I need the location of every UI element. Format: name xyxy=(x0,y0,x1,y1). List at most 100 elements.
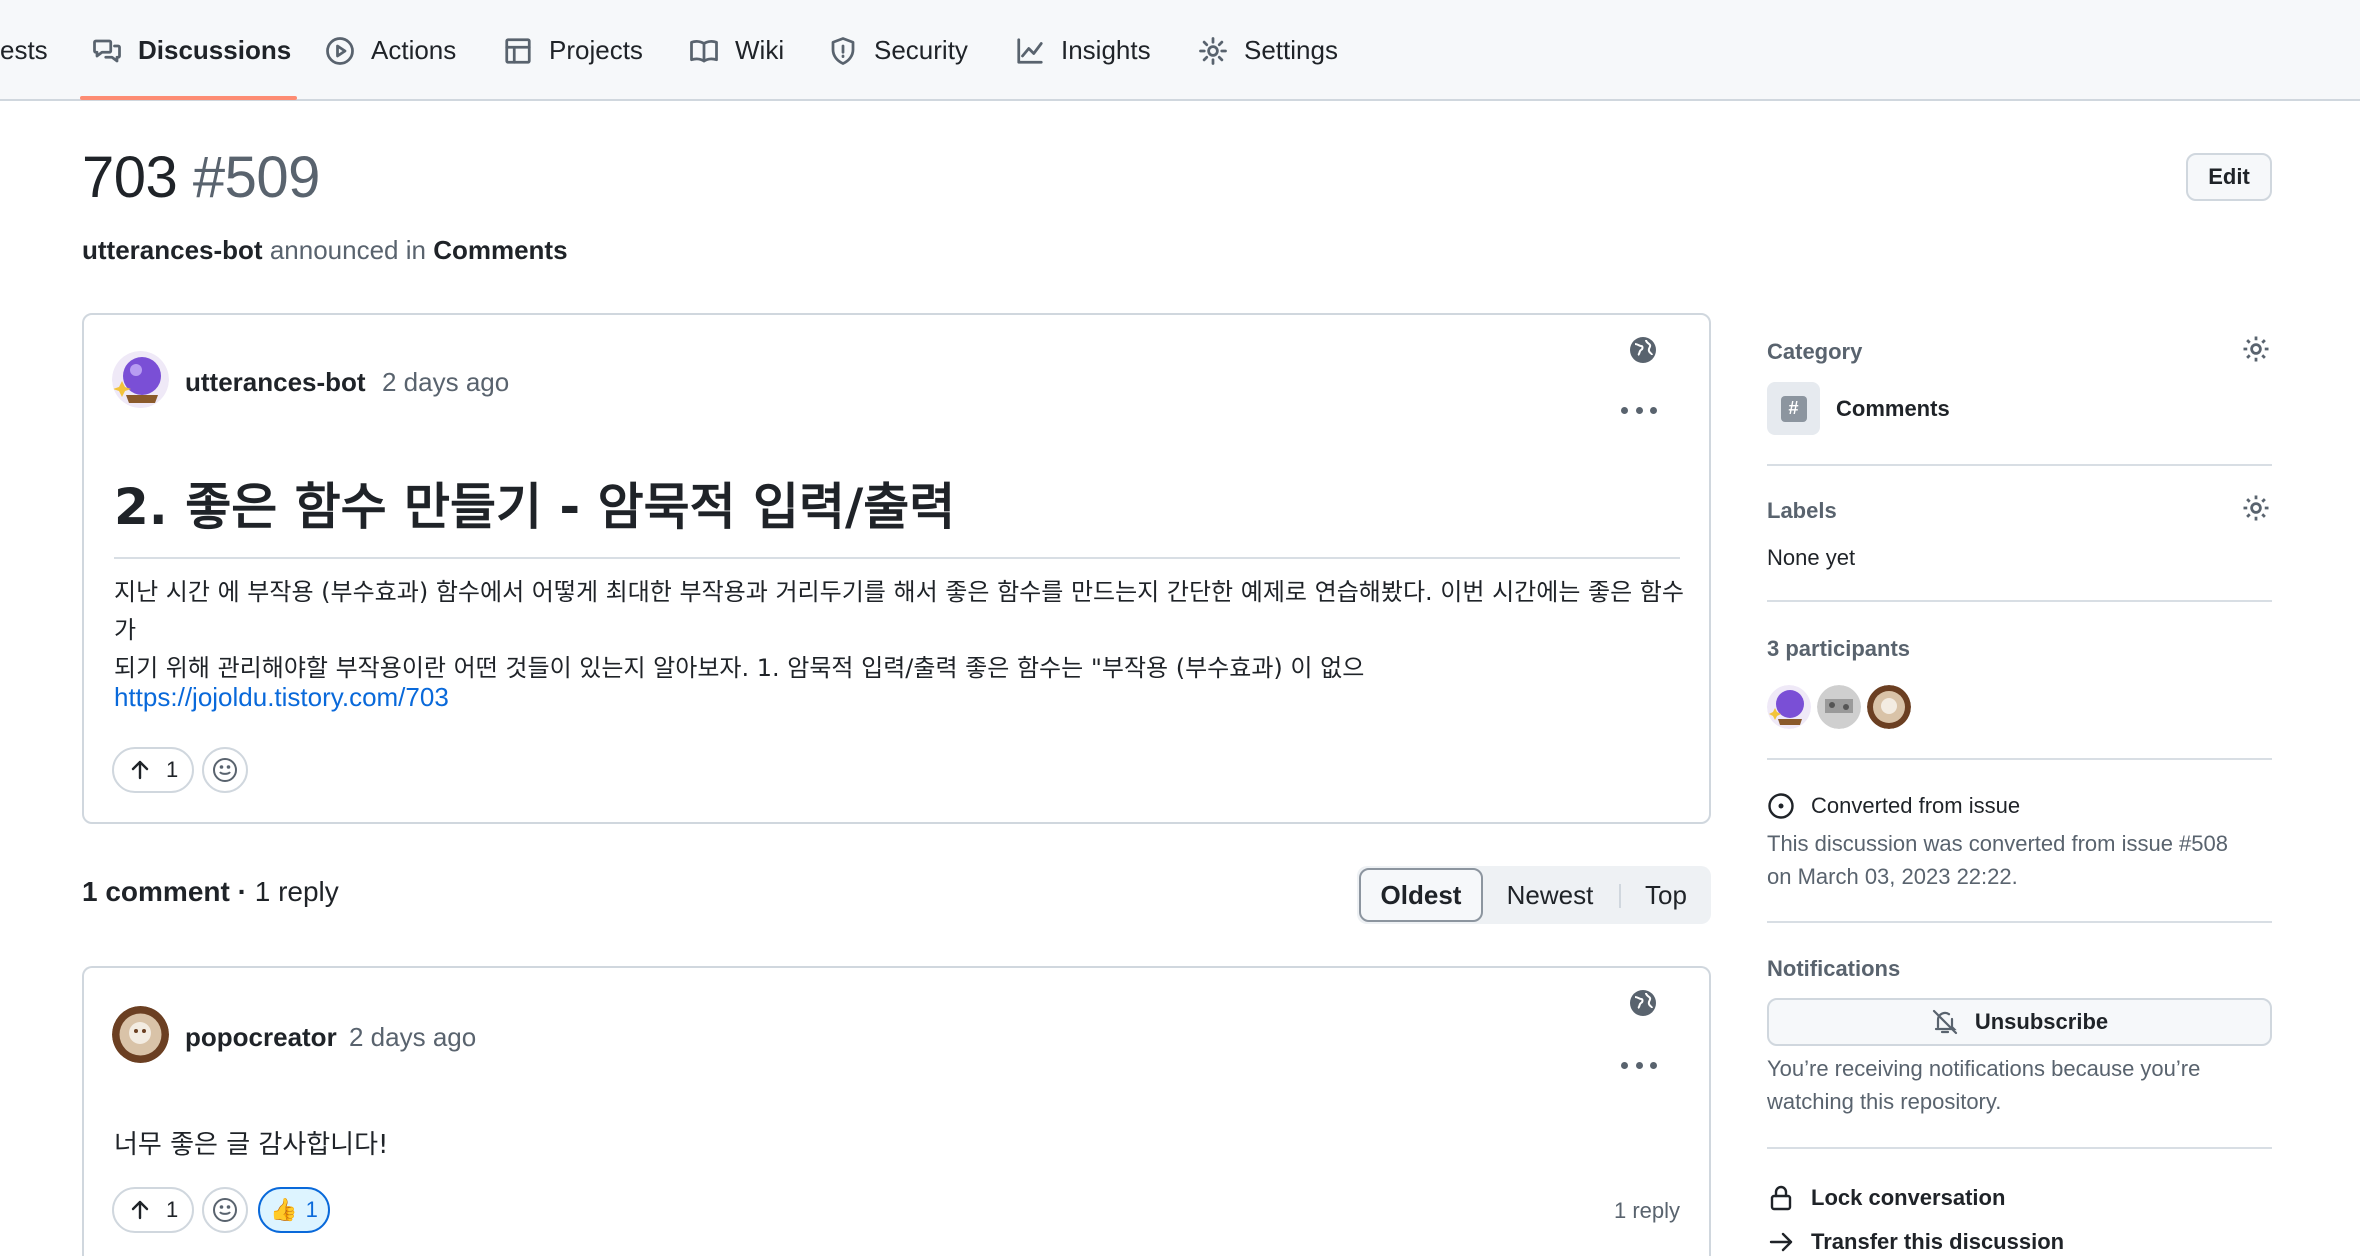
arrow-up-icon xyxy=(131,760,149,780)
category-name[interactable]: Comments xyxy=(1836,396,1950,422)
subtitle-category-link[interactable]: Comments xyxy=(433,235,567,265)
post-body: 지난 시간 에 부작용 (부수효과) 함수에서 어떻게 최대한 부작용과 거리두… xyxy=(114,573,1684,687)
sidebar-divider xyxy=(1767,464,2272,466)
nav-tab-discussions[interactable]: Discussions xyxy=(92,0,291,101)
sort-top-button[interactable]: Top xyxy=(1621,866,1711,924)
globe-icon[interactable] xyxy=(1628,988,1658,1018)
nav-label: Settings xyxy=(1244,35,1338,65)
comment-count-label: 1 comment xyxy=(82,876,230,907)
sort-newest-button[interactable]: Newest xyxy=(1485,866,1615,924)
reply-count-link[interactable]: 1 reply xyxy=(1614,1198,1680,1224)
nav-label: Actions xyxy=(371,35,457,65)
nav-tab-actions[interactable]: Actions xyxy=(325,0,456,101)
comment-body: 너무 좋은 글 감사합니다! xyxy=(114,1130,389,1160)
hash-icon: # xyxy=(1780,395,1807,422)
issue-opened-icon xyxy=(1768,793,1794,819)
nav-tab-settings[interactable]: Settings xyxy=(1198,0,1338,101)
subtitle-author-link[interactable]: utterances-bot xyxy=(82,235,263,265)
gear-icon xyxy=(1199,36,1227,65)
sidebar-divider xyxy=(1767,600,2272,602)
nav-tab-projects[interactable]: Projects xyxy=(503,0,643,101)
nav-tab-wiki[interactable]: Wiki xyxy=(689,0,784,101)
upvote-button[interactable]: 1 xyxy=(112,1187,195,1233)
user-avatar-icon xyxy=(1817,685,1861,729)
more-options-kebab-icon[interactable] xyxy=(1621,404,1657,416)
discussion-title: 703 xyxy=(82,145,178,210)
lock-conversation-link[interactable]: Lock conversation xyxy=(1767,1184,2005,1212)
thumbs-up-icon: 👍 xyxy=(270,1197,298,1222)
reaction-count: 1 xyxy=(305,1197,318,1222)
lock-label: Lock conversation xyxy=(1811,1185,2006,1210)
add-reaction-button[interactable] xyxy=(202,1187,248,1233)
smiley-icon xyxy=(213,1198,237,1222)
comment-separator: · xyxy=(237,876,247,907)
avatar[interactable] xyxy=(112,351,169,408)
user-avatar-icon xyxy=(1867,685,1911,729)
post-author[interactable]: utterances-bot xyxy=(185,367,366,398)
participant-avatar[interactable] xyxy=(1767,685,1811,729)
category-heading: Category xyxy=(1767,339,1863,364)
converted-title: Converted from issue xyxy=(1811,793,2021,818)
nav-label: Wiki xyxy=(735,35,785,65)
comment: popocreator 2 days ago 너무 좋은 글 감사합니다! 1 … xyxy=(82,966,1711,1256)
arrow-right-icon xyxy=(1769,1232,1793,1252)
table-icon xyxy=(505,37,531,64)
participant-avatar[interactable] xyxy=(1817,685,1861,729)
upvote-button[interactable]: 1 xyxy=(112,747,195,793)
post-time[interactable]: 2 days ago xyxy=(382,367,509,398)
notification-reason: You’re receiving notifications because y… xyxy=(1767,1052,2200,1118)
page-title: 703 #509 xyxy=(82,144,320,211)
comment-author[interactable]: popocreator xyxy=(185,1022,337,1053)
comment-time[interactable]: 2 days ago xyxy=(349,1022,476,1053)
converted-description: This discussion was converted from issue… xyxy=(1767,827,2228,893)
gear-icon[interactable] xyxy=(2241,493,2271,523)
converted-text-line: on March 03, 2023 22:22. xyxy=(1767,864,2018,889)
book-icon xyxy=(690,39,718,62)
bell-slash-icon xyxy=(1932,1009,1957,1035)
shield-icon xyxy=(831,36,855,65)
nav-tab-security[interactable]: Security xyxy=(828,0,968,101)
post-link[interactable]: https://jojoldu.tistory.com/703 xyxy=(114,682,449,713)
participants-heading: 3 participants xyxy=(1767,636,1911,661)
converted-from-issue: Converted from issue xyxy=(1767,792,2020,820)
sort-oldest-button[interactable]: Oldest xyxy=(1359,868,1483,922)
sidebar-divider xyxy=(1767,921,2272,923)
nav-label: Projects xyxy=(549,35,643,65)
notification-text-line: watching this repository. xyxy=(1767,1089,2002,1114)
play-icon xyxy=(326,36,354,65)
gear-icon[interactable] xyxy=(2241,334,2271,364)
add-reaction-button[interactable] xyxy=(202,747,248,793)
lock-icon xyxy=(1770,1185,1792,1211)
nav-tab-insights[interactable]: Insights xyxy=(1015,0,1151,101)
discussion-number: #509 xyxy=(192,145,321,210)
crystal-ball-avatar-icon xyxy=(1767,685,1811,729)
reply-count-label: 1 reply xyxy=(254,876,339,907)
discussion-subtitle: utterances-bot announced in Comments xyxy=(82,235,568,266)
repo-nav: ests Discussions Actions Projects Wiki S… xyxy=(0,0,2360,101)
smiley-icon xyxy=(213,758,237,782)
unsubscribe-label: Unsubscribe xyxy=(1974,1009,2109,1034)
avatar[interactable] xyxy=(112,1006,169,1063)
post-heading: 2. 좋은 함수 만들기 - 암묵적 입력/출력 xyxy=(114,467,1680,559)
transfer-discussion-link[interactable]: Transfer this discussion xyxy=(1767,1228,2064,1256)
nav-label: Insights xyxy=(1061,35,1151,65)
more-options-kebab-icon[interactable] xyxy=(1621,1059,1657,1071)
participant-avatar[interactable] xyxy=(1867,685,1911,729)
post-body-line: 지난 시간 에 부작용 (부수효과) 함수에서 어떻게 최대한 부작용과 거리두… xyxy=(114,578,1684,644)
comments-count: 1 comment · 1 reply xyxy=(82,876,339,908)
nav-tab-pull-requests[interactable]: ests xyxy=(0,0,48,101)
user-avatar-icon xyxy=(112,1006,169,1063)
sort-segmented-control: Oldest Newest Top xyxy=(1357,866,1711,924)
edit-button[interactable]: Edit xyxy=(2186,153,2272,201)
upvote-count: 1 xyxy=(166,757,179,782)
unsubscribe-button[interactable]: Unsubscribe xyxy=(1767,998,2272,1046)
thumbs-up-reaction-button[interactable]: 👍 1 xyxy=(258,1187,330,1233)
globe-icon[interactable] xyxy=(1628,335,1658,365)
nav-label: Discussions xyxy=(138,35,292,65)
graph-icon xyxy=(1017,37,1043,64)
discussion-post: utterances-bot 2 days ago 2. 좋은 함수 만들기 -… xyxy=(82,313,1711,824)
announced-text: announced in xyxy=(269,235,426,265)
crystal-ball-avatar-icon xyxy=(112,351,169,408)
converted-text-line: This discussion was converted from issue… xyxy=(1767,831,2228,856)
nav-label: ests xyxy=(0,35,48,65)
